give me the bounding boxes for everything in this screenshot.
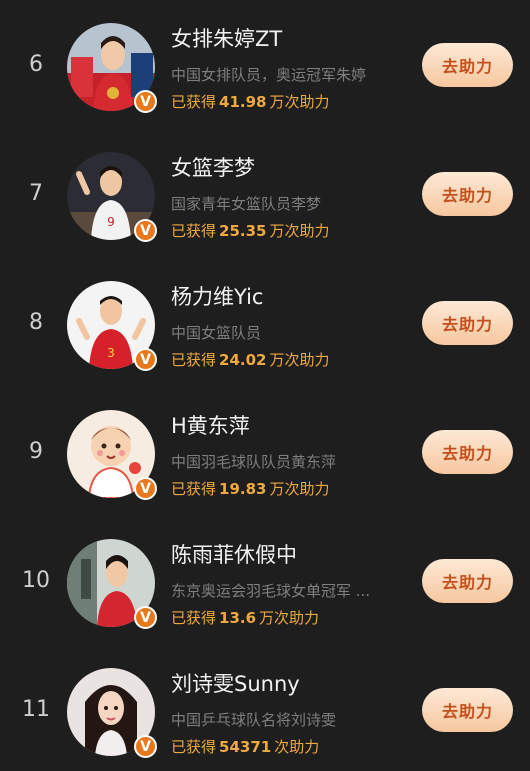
count-suffix: 万次助力 xyxy=(269,93,330,111)
support-count: 已获得 54371 次助力 xyxy=(171,736,319,757)
support-count: 已获得 24.02 万次助力 xyxy=(171,349,329,370)
list-item[interactable]: 7 9 V 女篮李梦 国家青年女篮队员李梦 已获得 25.35 万次助力 去助力 xyxy=(0,126,530,255)
count-suffix: 次助力 xyxy=(274,738,320,756)
list-item[interactable]: 8 3 V 杨力维Yic 中国女篮队员 已获得 24.02 万次助力 去助力 xyxy=(0,255,530,384)
list-item[interactable]: 6 V 女排朱婷ZT 中国女排队员，奥运冠军朱婷 已获得 41.98 万次助力 去助… xyxy=(0,0,530,126)
rank-number: 6 xyxy=(29,52,43,77)
count-suffix: 万次助力 xyxy=(269,480,330,498)
account-name[interactable]: 女排朱婷ZT xyxy=(171,23,282,53)
avatar[interactable]: 9 V xyxy=(67,152,157,242)
rank-number: 7 xyxy=(29,181,43,206)
count-prefix: 已获得 xyxy=(171,222,217,240)
rank-number: 8 xyxy=(29,310,43,335)
rank-number: 9 xyxy=(29,439,43,464)
support-count: 已获得 41.98 万次助力 xyxy=(171,91,329,112)
support-button[interactable]: 去助力 xyxy=(422,430,513,474)
support-button[interactable]: 去助力 xyxy=(422,172,513,216)
account-name[interactable]: H黄东萍 xyxy=(171,410,250,440)
support-button[interactable]: 去助力 xyxy=(422,301,513,345)
count-prefix: 已获得 xyxy=(171,738,217,756)
count-number: 54371 xyxy=(219,738,272,756)
count-prefix: 已获得 xyxy=(171,351,217,369)
verified-badge-icon: V xyxy=(134,90,157,113)
account-description: 中国女篮队员 xyxy=(171,324,262,342)
list-item[interactable]: 9 V H黄东萍 中国羽毛球队队员黄东萍 已获得 19.83 万次助力 去助力 xyxy=(0,384,530,513)
avatar[interactable]: 3 V xyxy=(67,281,157,371)
avatar[interactable]: V xyxy=(67,410,157,500)
avatar[interactable]: V xyxy=(67,539,157,629)
support-count: 已获得 13.6 万次助力 xyxy=(171,607,319,628)
support-button[interactable]: 去助力 xyxy=(422,688,513,732)
account-name[interactable]: 刘诗雯Sunny xyxy=(171,668,300,698)
support-button[interactable]: 去助力 xyxy=(422,43,513,87)
account-description: 国家青年女篮队员李梦 xyxy=(171,195,322,213)
verified-badge-icon: V xyxy=(134,348,157,371)
account-description: 中国女排队员，奥运冠军朱婷 xyxy=(171,66,367,84)
count-number: 25.35 xyxy=(219,222,267,240)
count-prefix: 已获得 xyxy=(171,93,217,111)
count-number: 24.02 xyxy=(219,351,267,369)
ranking-list: 6 V 女排朱婷ZT 中国女排队员，奥运冠军朱婷 已获得 41.98 万次助力 去助… xyxy=(0,0,530,771)
verified-badge-icon: V xyxy=(134,477,157,500)
avatar[interactable]: V xyxy=(67,668,157,758)
verified-badge-icon: V xyxy=(134,219,157,242)
support-count: 已获得 25.35 万次助力 xyxy=(171,220,329,241)
list-item[interactable]: 10 V 陈雨菲休假中 东京奥运会羽毛球女单冠军 ... 已获得 13.6 万次助力… xyxy=(0,513,530,642)
account-name[interactable]: 杨力维Yic xyxy=(171,281,263,311)
account-description: 中国乒乓球队名将刘诗雯 xyxy=(171,711,337,729)
count-suffix: 万次助力 xyxy=(269,351,330,369)
rank-number: 10 xyxy=(22,568,50,593)
rank-number: 11 xyxy=(22,697,50,722)
count-prefix: 已获得 xyxy=(171,480,217,498)
count-suffix: 万次助力 xyxy=(259,609,320,627)
count-number: 41.98 xyxy=(219,93,267,111)
account-name[interactable]: 陈雨菲休假中 xyxy=(171,539,297,569)
count-number: 13.6 xyxy=(219,609,257,627)
account-description: 东京奥运会羽毛球女单冠军 ... xyxy=(171,582,371,600)
verified-badge-icon: V xyxy=(134,735,157,758)
account-name[interactable]: 女篮李梦 xyxy=(171,152,255,182)
svg-text:9: 9 xyxy=(107,215,115,229)
account-description: 中国羽毛球队队员黄东萍 xyxy=(171,453,337,471)
count-suffix: 万次助力 xyxy=(269,222,330,240)
verified-badge-icon: V xyxy=(134,606,157,629)
support-count: 已获得 19.83 万次助力 xyxy=(171,478,329,499)
count-prefix: 已获得 xyxy=(171,609,217,627)
svg-text:3: 3 xyxy=(107,346,115,360)
count-number: 19.83 xyxy=(219,480,267,498)
support-button[interactable]: 去助力 xyxy=(422,559,513,603)
avatar[interactable]: V xyxy=(67,23,157,113)
